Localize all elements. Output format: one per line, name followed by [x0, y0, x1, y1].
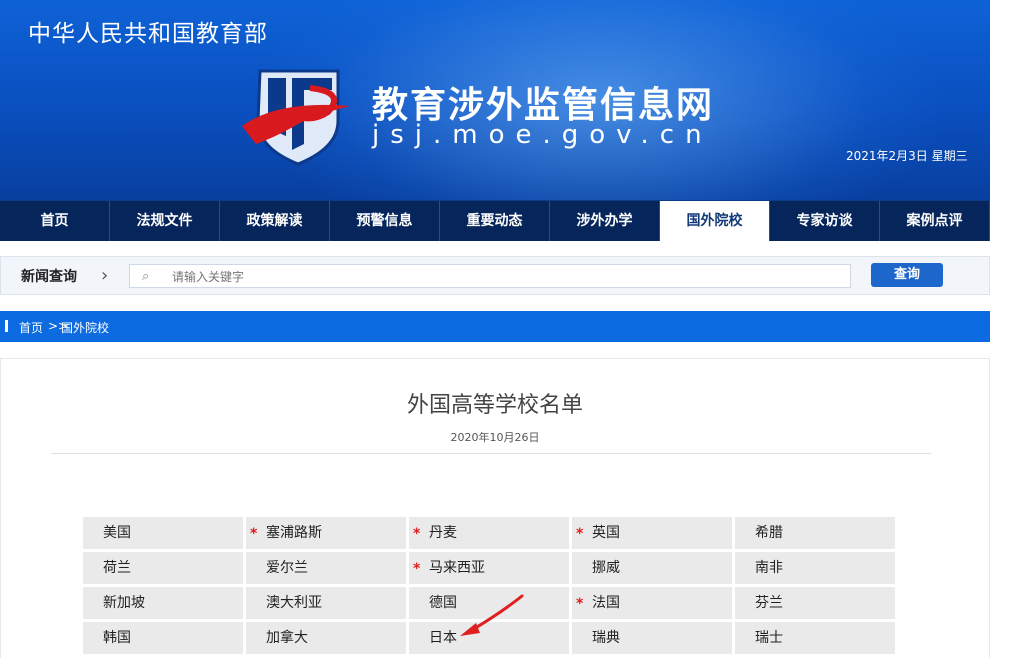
breadcrumb-marker — [5, 320, 8, 332]
nav-item-case-reviews[interactable]: 案例点评 — [880, 201, 990, 241]
country-link[interactable]: 美国 — [83, 517, 243, 549]
country-name: 马来西亚 — [429, 560, 485, 576]
site-logo-icon[interactable] — [238, 66, 358, 166]
country-name: 韩国 — [103, 630, 131, 646]
country-name: 法国 — [592, 595, 620, 611]
ministry-name[interactable]: 中华人民共和国教育部 — [28, 14, 268, 48]
country-name: 英国 — [592, 525, 620, 541]
divider — [51, 453, 931, 454]
country-name: 瑞士 — [755, 630, 783, 646]
country-link[interactable]: * 法国 — [572, 587, 732, 619]
country-link[interactable]: 爱尔兰 — [246, 552, 406, 584]
nav-item-warnings[interactable]: 预警信息 — [330, 201, 440, 241]
page-title: 外国高等学校名单 — [406, 393, 583, 418]
country-link[interactable]: 新加坡 — [83, 587, 243, 619]
country-name: 希腊 — [755, 525, 783, 541]
country-name: 瑞典 — [592, 630, 620, 646]
star-marker: * — [413, 561, 421, 577]
nav-item-regulations[interactable]: 法规文件 — [110, 201, 220, 241]
star-marker: * — [250, 526, 258, 542]
search-label: 新闻查询 — [21, 269, 77, 285]
annotation-arrow-icon — [460, 594, 524, 636]
nav-item-news[interactable]: 重要动态 — [440, 201, 550, 241]
country-name: 芬兰 — [755, 595, 783, 611]
country-link[interactable]: 芬兰 — [735, 587, 895, 619]
country-name: 南非 — [755, 560, 783, 576]
country-name: 荷兰 — [103, 560, 131, 576]
nav-item-foreign-education[interactable]: 涉外办学 — [550, 201, 660, 241]
star-marker: * — [576, 596, 584, 612]
country-link[interactable]: * 马来西亚 — [409, 552, 569, 584]
country-link[interactable]: 希腊 — [735, 517, 895, 549]
breadcrumb: 首页 >> 国外院校 — [0, 311, 990, 342]
country-link[interactable]: * 英国 — [572, 517, 732, 549]
site-domain: jsj.moe.gov.cn — [372, 120, 713, 150]
country-name: 加拿大 — [266, 630, 308, 646]
nav-item-home[interactable]: 首页 — [0, 201, 110, 241]
breadcrumb-home-link[interactable]: 首页 — [19, 319, 43, 336]
star-marker: * — [413, 526, 421, 542]
main-nav: 首页 法规文件 政策解读 预警信息 重要动态 涉外办学 国外院校 专家访谈 案例… — [0, 200, 990, 241]
chevron-right-icon: › — [101, 265, 109, 286]
search-button[interactable]: 查询 — [871, 263, 943, 287]
country-link[interactable]: 南非 — [735, 552, 895, 584]
country-link[interactable]: 澳大利亚 — [246, 587, 406, 619]
nav-item-foreign-schools[interactable]: 国外院校 — [660, 201, 770, 241]
site-header: 中华人民共和国教育部 教育涉外监管信息网 jsj.moe.gov.cn 2021… — [0, 0, 990, 200]
nav-item-policy[interactable]: 政策解读 — [220, 201, 330, 241]
country-link[interactable]: 荷兰 — [83, 552, 243, 584]
country-link[interactable]: 韩国 — [83, 622, 243, 654]
country-name: 丹麦 — [429, 525, 457, 541]
country-name: 挪威 — [592, 560, 620, 576]
country-name: 澳大利亚 — [266, 595, 322, 611]
news-search-bar: 新闻查询 › ⌕ 查询 — [0, 256, 990, 295]
current-date: 2021年2月3日 星期三 — [846, 149, 968, 163]
country-name: 美国 — [103, 525, 131, 541]
country-link[interactable]: * 丹麦 — [409, 517, 569, 549]
country-link[interactable]: 瑞士 — [735, 622, 895, 654]
star-marker: * — [576, 526, 584, 542]
country-link[interactable]: * 塞浦路斯 — [246, 517, 406, 549]
search-input[interactable] — [170, 267, 834, 287]
country-link[interactable]: 瑞典 — [572, 622, 732, 654]
country-link[interactable]: 加拿大 — [246, 622, 406, 654]
country-link[interactable]: 挪威 — [572, 552, 732, 584]
search-box: ⌕ — [129, 264, 851, 288]
breadcrumb-current-link[interactable]: 国外院校 — [61, 319, 109, 336]
country-name: 爱尔兰 — [266, 560, 308, 576]
country-name: 新加坡 — [103, 595, 145, 611]
country-name: 塞浦路斯 — [266, 525, 322, 541]
publish-date: 2020年10月26日 — [450, 431, 540, 444]
search-icon: ⌕ — [142, 269, 150, 284]
nav-item-expert-interviews[interactable]: 专家访谈 — [770, 201, 880, 241]
